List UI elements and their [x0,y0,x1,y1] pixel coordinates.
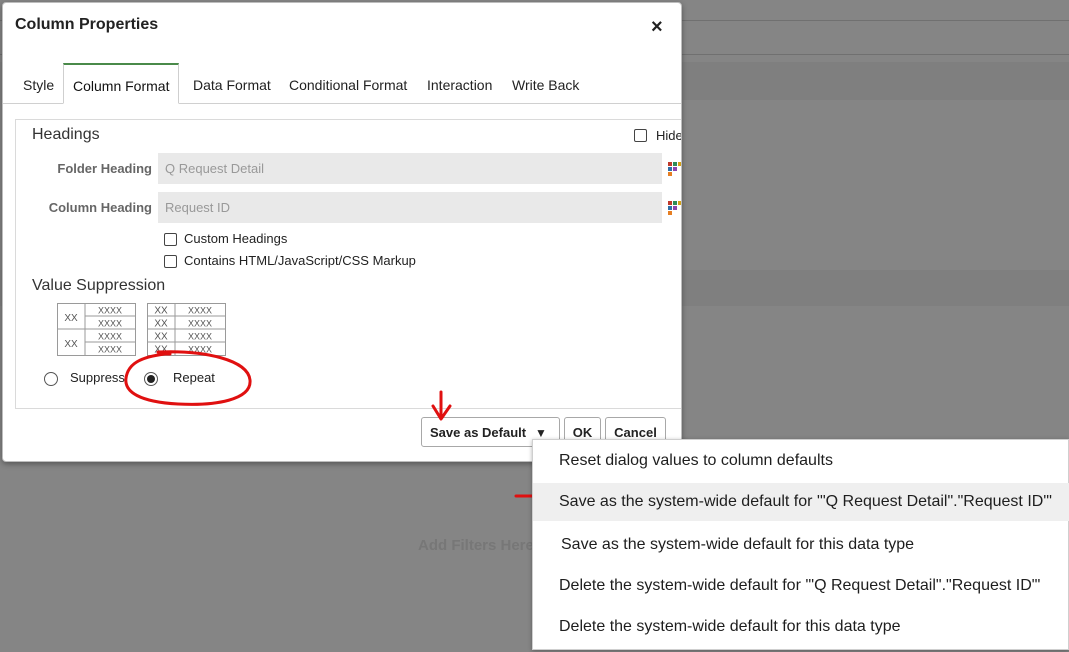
tab-label: Column Format [73,78,170,94]
suppress-example-cell: XXXX [98,332,122,342]
custom-headings-label: Custom Headings [184,231,288,246]
tab-write-back[interactable]: Write Back [503,63,588,102]
tab-interaction[interactable]: Interaction [418,63,501,102]
column-format-icon[interactable] [668,201,681,215]
markup-checkbox[interactable] [164,255,177,268]
column-properties-dialog: Column Properties × Style Column Format … [2,2,682,462]
repeat-example-cell: XXXX [188,319,212,329]
save-as-default-label: Save as Default [430,425,527,440]
suppress-example-cell: XXXX [98,319,122,329]
repeat-example-cell: XXXX [188,345,212,355]
menu-item-delete-datatype-default[interactable]: Delete the system-wide default for this … [533,608,1069,646]
repeat-radio-label: Repeat [173,370,215,385]
column-format-icon[interactable] [668,162,681,176]
repeat-example-cell: XXXX [188,306,212,316]
suppress-example-group: XX [64,339,78,350]
repeat-example-group: XX [154,319,168,330]
tab-data-format[interactable]: Data Format [184,63,280,102]
repeat-example-cell: XXXX [188,332,212,342]
column-heading-label: Column Heading [48,200,152,215]
tab-conditional-format[interactable]: Conditional Format [280,63,416,102]
repeat-example-image: XX XX XX XX XXXX XXXX XXXX XXXX [147,303,226,356]
tab-bar: Style Column Format Data Format Conditio… [3,63,681,104]
suppress-radio-label: Suppress [70,370,125,385]
folder-heading-label: Folder Heading [57,161,152,176]
folder-heading-field[interactable]: Q Request Detail [158,153,662,184]
tab-style[interactable]: Style [14,63,63,102]
headings-section-title: Headings [32,126,100,143]
column-format-panel: Headings Hide Folder Heading Q Request D… [15,119,682,409]
close-icon[interactable]: × [651,17,663,37]
suppress-example-group: XX [64,313,78,324]
dialog-title: Column Properties [15,16,159,33]
menu-item-delete-column-default[interactable]: Delete the system-wide default for '"Q R… [533,567,1069,605]
markup-label: Contains HTML/JavaScript/CSS Markup [184,253,416,268]
menu-item-save-column-default[interactable]: Save as the system-wide default for '"Q … [533,483,1069,521]
suppress-example-image: XX XX XXXX XXXX XXXX XXXX [57,303,136,356]
custom-headings-checkbox[interactable] [164,233,177,246]
menu-item-save-datatype-default[interactable]: Save as the system-wide default for this… [533,526,1069,564]
hide-checkbox[interactable] [634,129,647,142]
save-default-dropdown-menu: Reset dialog values to column defaults S… [532,439,1069,650]
hide-label: Hide [656,128,682,143]
suppress-radio[interactable] [44,372,58,386]
column-heading-field[interactable]: Request ID [158,192,662,223]
repeat-example-group: XX [154,345,168,356]
repeat-example-group: XX [154,332,168,343]
repeat-radio[interactable] [144,372,158,386]
tab-column-format[interactable]: Column Format [63,63,180,104]
menu-item-reset-defaults[interactable]: Reset dialog values to column defaults [533,442,1069,480]
value-suppression-title: Value Suppression [32,277,166,294]
repeat-example-group: XX [154,306,168,317]
suppress-example-cell: XXXX [98,306,122,316]
suppress-example-cell: XXXX [98,345,122,355]
